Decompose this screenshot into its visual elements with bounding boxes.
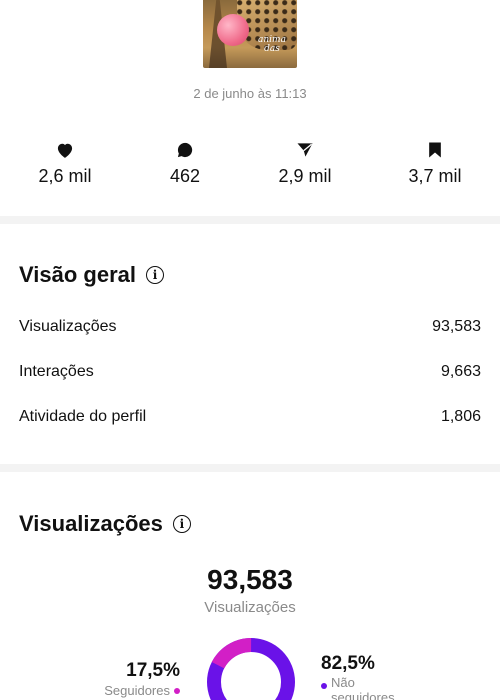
nonfollowers-label-line2: seguidores [331,690,395,700]
views-total: 93,583 [207,564,293,595]
section-divider [0,216,500,224]
likes-stat: 2,6 mil [15,140,115,187]
overview-row-value: 9,663 [440,363,481,380]
views-title-text: Visualizações [19,511,163,536]
comments-stat: 462 [135,140,235,187]
info-icon[interactable]: i [172,515,191,533]
overview-row-views[interactable]: Visualizações 93,583 [19,318,481,336]
followers-legend: 17,5% Seguidores [90,660,180,700]
overview-row-label: Interações [19,363,94,380]
nonfollowers-percentage: 82,5% [321,653,375,674]
comments-count: 462 [169,166,201,186]
thumbnail-bubble-graphic [217,14,249,46]
followers-color-dot [174,687,180,694]
nonfollowers-label-line1: Não [331,675,355,690]
share-icon [255,140,355,162]
nonfollowers-color-dot [321,683,327,689]
followers-percentage: 17,5% [126,660,180,681]
saves-stat: 3,7 mil [385,140,485,187]
views-title: Visualizações i [19,511,191,537]
overview-row-value: 1,806 [440,408,481,425]
views-donut-chart [207,638,295,700]
section-divider [0,464,500,472]
post-date: 2 de junho às 11:13 [193,86,307,101]
shares-stat: 2,9 mil [255,140,355,187]
post-thumbnail[interactable]: anima das [203,0,297,68]
overview-row-interactions[interactable]: Interações 9,663 [19,363,481,381]
bookmark-icon [385,140,485,162]
shares-count: 2,9 mil [278,166,332,186]
overview-title-text: Visão geral [19,262,136,287]
overview-title: Visão geral i [19,262,164,288]
post-insights-page: anima das 2 de junho às 11:13 2,6 mil 46… [0,0,500,700]
overview-row-label: Atividade do perfil [19,408,147,425]
thumbnail-caption: anima das [258,35,286,54]
overview-row-value: 93,583 [432,318,481,335]
overview-row-profile-activity[interactable]: Atividade do perfil 1,806 [19,408,481,426]
comment-icon [135,140,235,162]
heart-icon [15,140,115,162]
followers-label: Seguidores [104,683,170,698]
saves-count: 3,7 mil [408,166,462,186]
info-icon[interactable]: i [146,266,164,284]
overview-row-label: Visualizações [19,318,117,335]
engagement-stats-row: 2,6 mil 462 2,9 mil 3,7 mil [0,140,500,200]
likes-count: 2,6 mil [38,166,92,186]
views-total-label: Visualizações [204,599,296,616]
nonfollowers-legend: 82,5% Não seguidores [321,653,431,700]
